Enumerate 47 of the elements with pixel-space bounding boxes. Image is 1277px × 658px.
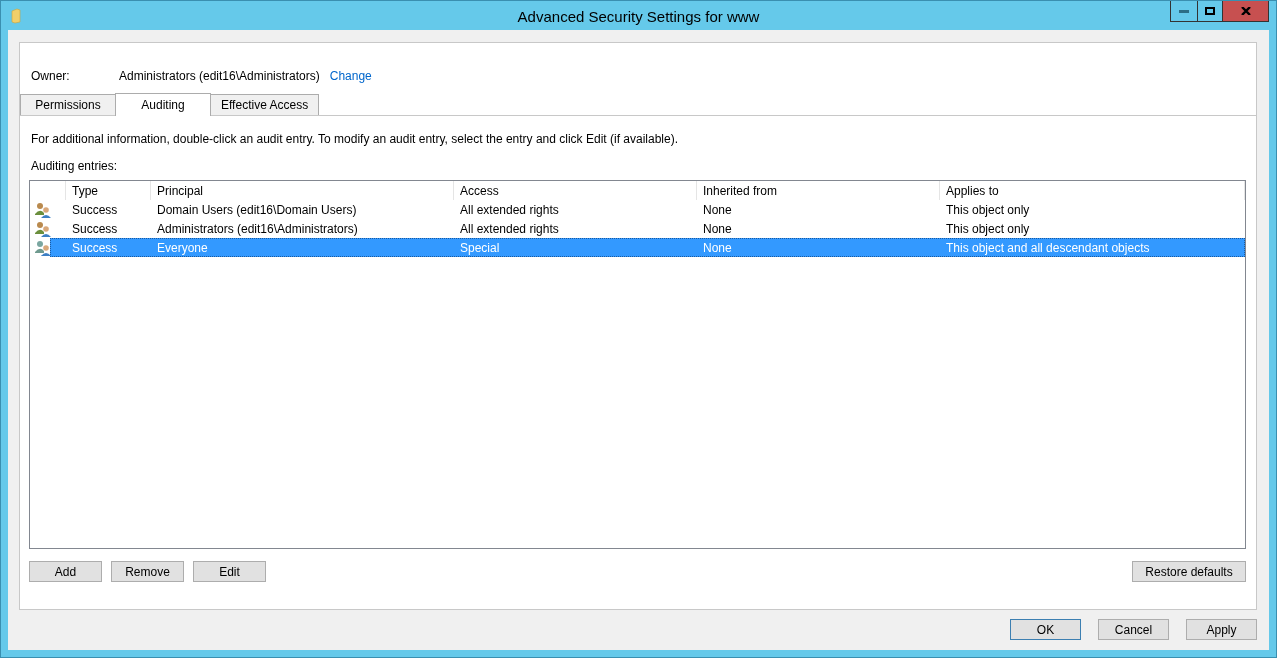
tab[interactable]: Permissions	[20, 94, 116, 115]
entry-button[interactable]: Edit	[193, 561, 266, 582]
table-cell-text: Success	[71, 221, 119, 236]
close-icon	[1240, 7, 1251, 15]
folder-icon	[11, 7, 21, 24]
tab[interactable]: Auditing	[115, 93, 211, 116]
users-icon	[35, 239, 51, 256]
table-cell-text: Success	[71, 240, 119, 255]
table-cell-text: All extended rights	[459, 202, 560, 217]
owner-value: Administrators (edit16\Administrators)	[119, 69, 320, 83]
dialog-button[interactable]: Apply	[1186, 619, 1257, 640]
table-cell-text: Administrators (edit16\Administrators)	[156, 221, 359, 236]
table-cell-text: All extended rights	[459, 221, 560, 236]
minimize-button[interactable]	[1170, 1, 1198, 22]
table-cell-text: Everyone	[156, 240, 209, 255]
table-cell-text: This object and all descendant objects	[945, 240, 1151, 255]
restore-defaults-button[interactable]: Restore defaults	[1132, 561, 1246, 582]
column-header[interactable]: Applies to	[940, 181, 1245, 200]
table-cell-text: Success	[71, 202, 119, 217]
column-header[interactable]: Inherited from	[697, 181, 940, 200]
table-cell-text: Special	[459, 240, 501, 255]
table-cell-text: This object only	[945, 202, 1031, 217]
users-icon	[35, 201, 51, 218]
table-cell-text: Domain Users (edit16\Domain Users)	[156, 202, 358, 217]
minimize-icon	[1179, 9, 1189, 13]
window-title: Advanced Security Settings for www	[516, 8, 761, 25]
entries-label: Auditing entries:	[31, 159, 119, 173]
table-row[interactable]: Success Administrators (edit16\Administrators) All extended rights None This object only	[50, 219, 1245, 238]
dialog-button[interactable]: Cancel	[1098, 619, 1169, 640]
maximize-icon	[1205, 7, 1215, 15]
tab[interactable]: Effective Access	[210, 94, 320, 115]
column-header[interactable]: Access	[454, 181, 697, 200]
table-cell-text: This object only	[945, 221, 1031, 236]
info-text: For additional information, double-click an audit entry. To modify an audit entry, select the entry and click Edit (if available).	[31, 132, 679, 146]
users-icon	[35, 220, 51, 237]
table-cell-text: None	[702, 202, 733, 217]
column-header[interactable]: Type	[66, 181, 151, 200]
column-header[interactable]: Principal	[151, 181, 454, 200]
dialog-button[interactable]: OK	[1010, 619, 1081, 640]
table-cell-text: None	[702, 221, 733, 236]
entry-button[interactable]: Add	[29, 561, 102, 582]
owner-label: Owner:	[31, 69, 71, 83]
close-button[interactable]	[1222, 1, 1269, 22]
entry-button[interactable]: Remove	[111, 561, 184, 582]
table-cell-text: None	[702, 240, 733, 255]
change-link[interactable]: Change	[329, 69, 372, 83]
table-row[interactable]: Success Domain Users (edit16\Domain Users) All extended rights None This object only	[50, 200, 1245, 219]
